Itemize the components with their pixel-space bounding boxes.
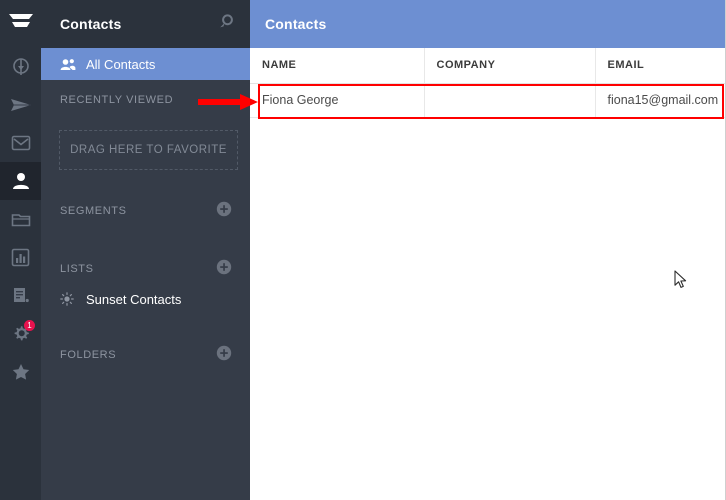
sidebar-header: Contacts bbox=[41, 0, 250, 48]
rail-item-dashboard[interactable] bbox=[0, 48, 41, 86]
rail-item-files[interactable] bbox=[0, 200, 41, 238]
app-logo[interactable] bbox=[0, 0, 41, 48]
folders-label: FOLDERS bbox=[60, 349, 117, 361]
star-icon bbox=[11, 362, 31, 381]
sidebar-title: Contacts bbox=[60, 16, 122, 32]
list-item[interactable]: Sunset Contacts bbox=[41, 284, 250, 314]
bar-chart-icon bbox=[11, 248, 30, 267]
sun-icon bbox=[60, 292, 86, 306]
cell-name[interactable]: Fiona George bbox=[250, 83, 425, 118]
contacts-sidebar: Contacts All Contacts RECENTLY VIEWED DR… bbox=[41, 0, 250, 500]
recently-viewed-label: RECENTLY VIEWED bbox=[60, 94, 174, 106]
column-header-company[interactable]: COMPANY bbox=[424, 48, 596, 84]
icon-rail: 1 bbox=[0, 0, 41, 500]
app-window: 1 Contacts All Contacts RECENTLY VIEWED … bbox=[0, 0, 726, 500]
recently-viewed-section: RECENTLY VIEWED bbox=[41, 80, 250, 120]
lists-group-header: LISTS bbox=[41, 254, 250, 284]
plus-circle-icon bbox=[216, 201, 232, 222]
cell-email[interactable]: fiona15@gmail.com bbox=[595, 83, 725, 118]
add-segment-button[interactable] bbox=[216, 201, 232, 222]
segments-label: SEGMENTS bbox=[60, 205, 127, 217]
plus-circle-icon bbox=[216, 345, 232, 366]
sidebar-search-button[interactable] bbox=[214, 12, 238, 36]
table-row[interactable]: Fiona George fiona15@gmail.com bbox=[250, 83, 725, 118]
folder-icon bbox=[11, 211, 31, 228]
document-icon bbox=[11, 286, 31, 305]
table-header-row: NAME COMPANY EMAIL bbox=[250, 48, 725, 84]
rail-item-contacts[interactable] bbox=[0, 162, 41, 200]
person-icon bbox=[11, 171, 31, 191]
paper-plane-icon bbox=[10, 96, 32, 114]
sidebar-item-all-contacts[interactable]: All Contacts bbox=[41, 48, 250, 80]
main-header: Contacts bbox=[250, 0, 725, 48]
add-list-button[interactable] bbox=[216, 259, 232, 280]
column-header-email[interactable]: EMAIL bbox=[595, 48, 725, 84]
compass-icon bbox=[11, 57, 31, 77]
settings-badge: 1 bbox=[24, 320, 35, 331]
envelope-icon bbox=[11, 135, 31, 151]
list-item-label: Sunset Contacts bbox=[86, 291, 182, 307]
rail-item-settings[interactable]: 1 bbox=[0, 314, 41, 352]
stacked-bars-logo-icon bbox=[8, 12, 34, 37]
lists-label: LISTS bbox=[60, 263, 94, 275]
column-header-name[interactable]: NAME bbox=[250, 48, 425, 84]
sidebar-item-all-contacts-label: All Contacts bbox=[86, 56, 156, 72]
people-icon bbox=[60, 58, 82, 71]
rail-item-campaigns[interactable] bbox=[0, 86, 41, 124]
segments-group-header: SEGMENTS bbox=[41, 196, 250, 226]
page-title: Contacts bbox=[265, 16, 327, 32]
rail-item-forms[interactable] bbox=[0, 276, 41, 314]
main-content: Contacts NAME COMPANY EMAIL Fiona George… bbox=[250, 0, 725, 500]
favorite-dropzone-label: DRAG HERE TO FAVORITE bbox=[70, 144, 227, 156]
search-icon bbox=[217, 13, 235, 36]
favorite-dropzone[interactable]: DRAG HERE TO FAVORITE bbox=[59, 130, 238, 170]
rail-item-favorites[interactable] bbox=[0, 352, 41, 390]
plus-circle-icon bbox=[216, 259, 232, 280]
cell-company[interactable] bbox=[424, 83, 596, 118]
contacts-table: NAME COMPANY EMAIL Fiona George fiona15@… bbox=[250, 48, 725, 118]
add-folder-button[interactable] bbox=[216, 345, 232, 366]
rail-item-messages[interactable] bbox=[0, 124, 41, 162]
folders-group-header: FOLDERS bbox=[41, 340, 250, 370]
rail-item-reports[interactable] bbox=[0, 238, 41, 276]
